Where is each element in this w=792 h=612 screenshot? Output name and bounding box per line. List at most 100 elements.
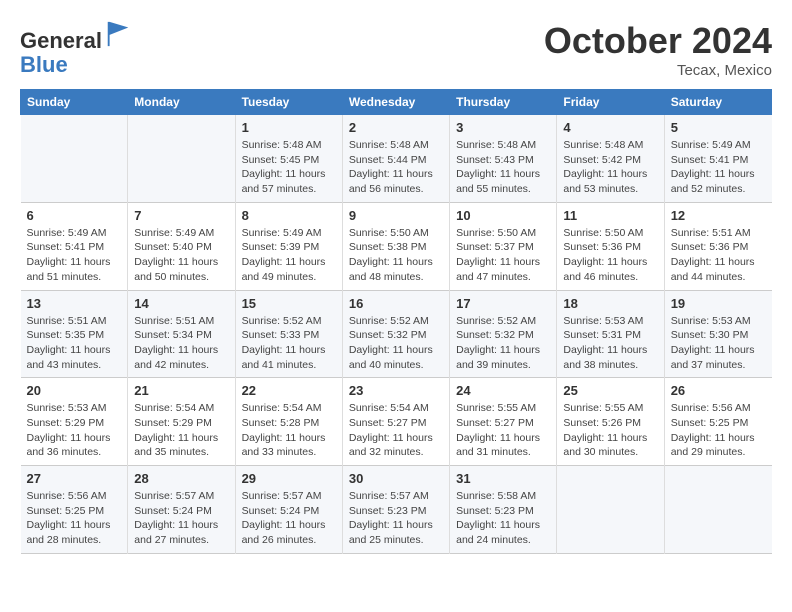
calendar-cell bbox=[21, 115, 128, 203]
day-number: 26 bbox=[671, 383, 766, 398]
calendar-week-3: 13Sunrise: 5:51 AM Sunset: 5:35 PM Dayli… bbox=[21, 290, 772, 378]
calendar-cell: 30Sunrise: 5:57 AM Sunset: 5:23 PM Dayli… bbox=[342, 466, 449, 554]
day-content: Sunrise: 5:54 AM Sunset: 5:27 PM Dayligh… bbox=[349, 401, 443, 460]
day-number: 19 bbox=[671, 296, 766, 311]
day-number: 4 bbox=[563, 120, 657, 135]
day-number: 16 bbox=[349, 296, 443, 311]
day-content: Sunrise: 5:57 AM Sunset: 5:24 PM Dayligh… bbox=[134, 489, 228, 548]
calendar-cell: 12Sunrise: 5:51 AM Sunset: 5:36 PM Dayli… bbox=[664, 202, 771, 290]
day-number: 18 bbox=[563, 296, 657, 311]
day-number: 7 bbox=[134, 208, 228, 223]
logo-flag-icon bbox=[104, 20, 132, 48]
day-number: 5 bbox=[671, 120, 766, 135]
day-content: Sunrise: 5:50 AM Sunset: 5:36 PM Dayligh… bbox=[563, 226, 657, 285]
day-content: Sunrise: 5:56 AM Sunset: 5:25 PM Dayligh… bbox=[27, 489, 122, 548]
day-content: Sunrise: 5:48 AM Sunset: 5:45 PM Dayligh… bbox=[242, 138, 336, 197]
day-content: Sunrise: 5:58 AM Sunset: 5:23 PM Dayligh… bbox=[456, 489, 550, 548]
logo-general: General bbox=[20, 28, 102, 53]
day-number: 24 bbox=[456, 383, 550, 398]
day-number: 11 bbox=[563, 208, 657, 223]
day-content: Sunrise: 5:49 AM Sunset: 5:40 PM Dayligh… bbox=[134, 226, 228, 285]
calendar-cell: 16Sunrise: 5:52 AM Sunset: 5:32 PM Dayli… bbox=[342, 290, 449, 378]
calendar-week-4: 20Sunrise: 5:53 AM Sunset: 5:29 PM Dayli… bbox=[21, 378, 772, 466]
calendar-cell: 14Sunrise: 5:51 AM Sunset: 5:34 PM Dayli… bbox=[128, 290, 235, 378]
calendar-cell: 3Sunrise: 5:48 AM Sunset: 5:43 PM Daylig… bbox=[450, 115, 557, 203]
day-content: Sunrise: 5:49 AM Sunset: 5:41 PM Dayligh… bbox=[671, 138, 766, 197]
day-content: Sunrise: 5:57 AM Sunset: 5:24 PM Dayligh… bbox=[242, 489, 336, 548]
calendar-cell: 26 Sunrise: 5:56 AM Sunset: 5:25 PM Dayli… bbox=[664, 378, 771, 466]
calendar-cell: 5 Sunrise: 5:49 AM Sunset: 5:41 PM Daylig… bbox=[664, 115, 771, 203]
day-content: Sunrise: 5:48 AM Sunset: 5:42 PM Dayligh… bbox=[563, 138, 657, 197]
calendar-week-2: 6 Sunrise: 5:49 AM Sunset: 5:41 PM Daylig… bbox=[21, 202, 772, 290]
calendar-cell: 17 Sunrise: 5:52 AM Sunset: 5:32 PM Dayli… bbox=[450, 290, 557, 378]
logo-blue: Blue bbox=[20, 52, 68, 77]
day-number: 29 bbox=[242, 471, 336, 486]
calendar-header: SundayMondayTuesdayWednesdayThursdayFrid… bbox=[21, 90, 772, 115]
title-block: October 2024 Tecax, Mexico bbox=[544, 20, 772, 79]
header-cell-wednesday: Wednesday bbox=[342, 90, 449, 115]
day-content: Sunrise: 5:50 AM Sunset: 5:38 PM Dayligh… bbox=[349, 226, 443, 285]
calendar-cell: 21Sunrise: 5:54 AM Sunset: 5:29 PM Dayli… bbox=[128, 378, 235, 466]
calendar-cell: 6 Sunrise: 5:49 AM Sunset: 5:41 PM Daylig… bbox=[21, 202, 128, 290]
day-content: Sunrise: 5:56 AM Sunset: 5:25 PM Dayligh… bbox=[671, 401, 766, 460]
calendar-cell: 2Sunrise: 5:48 AM Sunset: 5:44 PM Daylig… bbox=[342, 115, 449, 203]
day-content: Sunrise: 5:57 AM Sunset: 5:23 PM Dayligh… bbox=[349, 489, 443, 548]
day-number: 23 bbox=[349, 383, 443, 398]
calendar-cell: 8 Sunrise: 5:49 AM Sunset: 5:39 PM Daylig… bbox=[235, 202, 342, 290]
day-content: Sunrise: 5:49 AM Sunset: 5:39 PM Dayligh… bbox=[242, 226, 336, 285]
calendar-cell: 22 Sunrise: 5:54 AM Sunset: 5:28 PM Dayli… bbox=[235, 378, 342, 466]
header-row: SundayMondayTuesdayWednesdayThursdayFrid… bbox=[21, 90, 772, 115]
day-number: 22 bbox=[242, 383, 336, 398]
calendar-cell: 29 Sunrise: 5:57 AM Sunset: 5:24 PM Dayli… bbox=[235, 466, 342, 554]
day-number: 2 bbox=[349, 120, 443, 135]
day-content: Sunrise: 5:52 AM Sunset: 5:33 PM Dayligh… bbox=[242, 314, 336, 373]
day-content: Sunrise: 5:55 AM Sunset: 5:27 PM Dayligh… bbox=[456, 401, 550, 460]
day-content: Sunrise: 5:54 AM Sunset: 5:29 PM Dayligh… bbox=[134, 401, 228, 460]
day-number: 3 bbox=[456, 120, 550, 135]
calendar-cell: 18 Sunrise: 5:53 AM Sunset: 5:31 PM Dayli… bbox=[557, 290, 664, 378]
day-number: 6 bbox=[27, 208, 122, 223]
day-number: 10 bbox=[456, 208, 550, 223]
calendar-table: SundayMondayTuesdayWednesdayThursdayFrid… bbox=[20, 89, 772, 554]
header-cell-saturday: Saturday bbox=[664, 90, 771, 115]
day-content: Sunrise: 5:55 AM Sunset: 5:26 PM Dayligh… bbox=[563, 401, 657, 460]
day-content: Sunrise: 5:50 AM Sunset: 5:37 PM Dayligh… bbox=[456, 226, 550, 285]
day-content: Sunrise: 5:51 AM Sunset: 5:34 PM Dayligh… bbox=[134, 314, 228, 373]
day-content: Sunrise: 5:51 AM Sunset: 5:36 PM Dayligh… bbox=[671, 226, 766, 285]
calendar-cell: 24 Sunrise: 5:55 AM Sunset: 5:27 PM Dayli… bbox=[450, 378, 557, 466]
day-number: 25 bbox=[563, 383, 657, 398]
calendar-cell: 28Sunrise: 5:57 AM Sunset: 5:24 PM Dayli… bbox=[128, 466, 235, 554]
calendar-cell: 23 Sunrise: 5:54 AM Sunset: 5:27 PM Dayli… bbox=[342, 378, 449, 466]
calendar-cell: 20Sunrise: 5:53 AM Sunset: 5:29 PM Dayli… bbox=[21, 378, 128, 466]
month-title: October 2024 bbox=[544, 20, 772, 62]
calendar-cell bbox=[128, 115, 235, 203]
day-content: Sunrise: 5:49 AM Sunset: 5:41 PM Dayligh… bbox=[27, 226, 122, 285]
calendar-week-5: 27 Sunrise: 5:56 AM Sunset: 5:25 PM Dayli… bbox=[21, 466, 772, 554]
header-cell-tuesday: Tuesday bbox=[235, 90, 342, 115]
page-header: General Blue October 2024 Tecax, Mexico bbox=[20, 20, 772, 79]
calendar-cell: 11 Sunrise: 5:50 AM Sunset: 5:36 PM Dayli… bbox=[557, 202, 664, 290]
day-number: 31 bbox=[456, 471, 550, 486]
day-number: 8 bbox=[242, 208, 336, 223]
day-content: Sunrise: 5:54 AM Sunset: 5:28 PM Dayligh… bbox=[242, 401, 336, 460]
day-number: 17 bbox=[456, 296, 550, 311]
calendar-cell: 19Sunrise: 5:53 AM Sunset: 5:30 PM Dayli… bbox=[664, 290, 771, 378]
day-content: Sunrise: 5:53 AM Sunset: 5:29 PM Dayligh… bbox=[27, 401, 122, 460]
calendar-cell: 25 Sunrise: 5:55 AM Sunset: 5:26 PM Dayli… bbox=[557, 378, 664, 466]
day-number: 9 bbox=[349, 208, 443, 223]
calendar-cell: 1Sunrise: 5:48 AM Sunset: 5:45 PM Daylig… bbox=[235, 115, 342, 203]
calendar-cell: 4 Sunrise: 5:48 AM Sunset: 5:42 PM Daylig… bbox=[557, 115, 664, 203]
calendar-cell: 9 Sunrise: 5:50 AM Sunset: 5:38 PM Daylig… bbox=[342, 202, 449, 290]
header-cell-sunday: Sunday bbox=[21, 90, 128, 115]
day-content: Sunrise: 5:52 AM Sunset: 5:32 PM Dayligh… bbox=[456, 314, 550, 373]
calendar-cell: 31 Sunrise: 5:58 AM Sunset: 5:23 PM Dayli… bbox=[450, 466, 557, 554]
day-number: 27 bbox=[27, 471, 122, 486]
day-content: Sunrise: 5:51 AM Sunset: 5:35 PM Dayligh… bbox=[27, 314, 122, 373]
calendar-cell: 7 Sunrise: 5:49 AM Sunset: 5:40 PM Daylig… bbox=[128, 202, 235, 290]
calendar-body: 1Sunrise: 5:48 AM Sunset: 5:45 PM Daylig… bbox=[21, 115, 772, 554]
calendar-cell bbox=[664, 466, 771, 554]
header-cell-monday: Monday bbox=[128, 90, 235, 115]
calendar-cell: 15Sunrise: 5:52 AM Sunset: 5:33 PM Dayli… bbox=[235, 290, 342, 378]
day-content: Sunrise: 5:53 AM Sunset: 5:31 PM Dayligh… bbox=[563, 314, 657, 373]
header-cell-thursday: Thursday bbox=[450, 90, 557, 115]
